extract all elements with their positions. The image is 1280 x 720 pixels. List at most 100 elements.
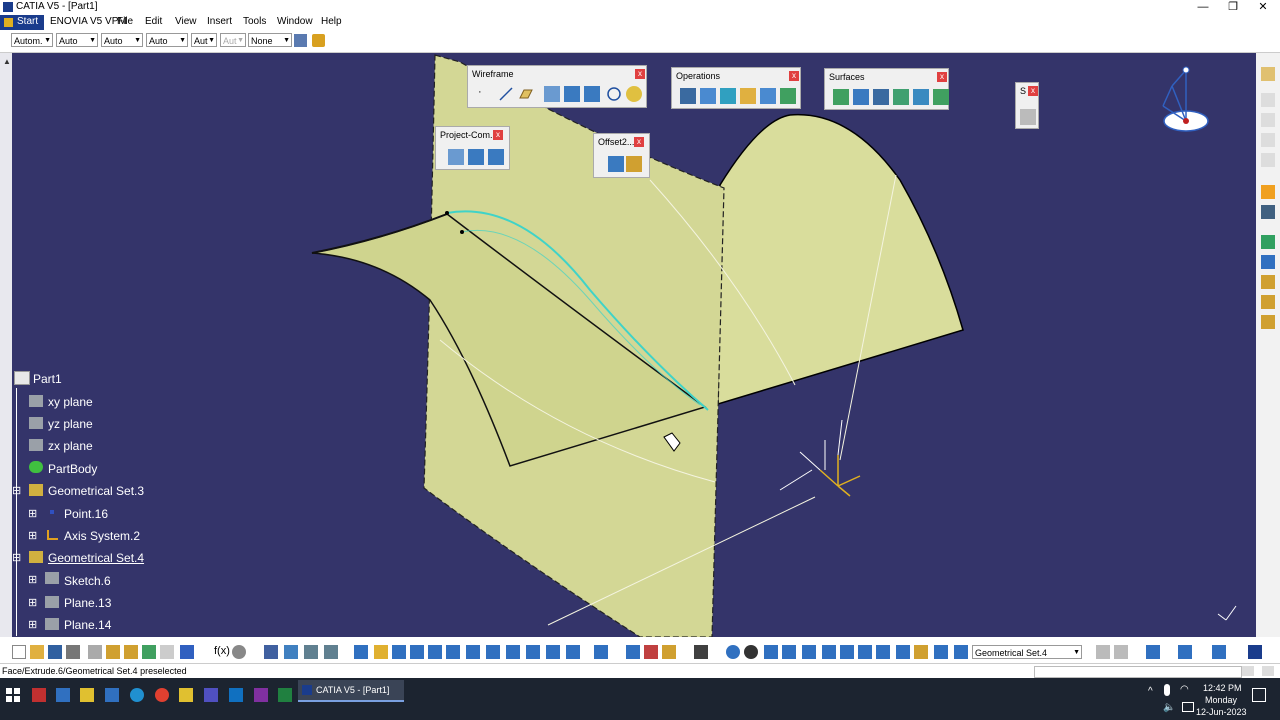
microphone-icon[interactable] <box>1164 684 1170 696</box>
measure-item-icon[interactable] <box>914 645 928 659</box>
intersection-icon[interactable] <box>564 86 580 102</box>
tool-icon-c[interactable] <box>1146 645 1160 659</box>
revolve-icon[interactable] <box>853 89 869 105</box>
swap-space-icon[interactable] <box>566 645 580 659</box>
point-icon[interactable]: · <box>478 86 494 102</box>
wireframe-close-button[interactable]: x <box>635 69 645 79</box>
open-icon[interactable] <box>30 645 44 659</box>
pan-icon[interactable] <box>392 645 406 659</box>
wireframe-toolbar[interactable]: Wireframe x · <box>467 65 647 108</box>
tree-root-part1[interactable]: Part1 <box>33 372 62 386</box>
snap-point-icon[interactable] <box>876 645 890 659</box>
formula-icon[interactable]: f(x) <box>214 645 230 659</box>
offset-close-button[interactable]: x <box>634 137 644 147</box>
tree-plane-13[interactable]: Plane.13 <box>64 596 111 610</box>
taskbar-catia-button[interactable]: CATIA V5 - [Part1] <box>298 680 404 702</box>
axis-icon[interactable] <box>764 645 778 659</box>
axis-system-icon[interactable] <box>779 419 861 497</box>
outlook-icon[interactable] <box>229 688 243 702</box>
snap-icon[interactable] <box>1261 205 1275 219</box>
zoom-out-icon[interactable] <box>446 645 460 659</box>
part-icon[interactable] <box>14 371 30 385</box>
menu-help[interactable]: Help <box>321 16 342 27</box>
geometrical-set-combo[interactable]: Geometrical Set.4 ▼ <box>972 645 1082 659</box>
redo-icon[interactable] <box>160 645 174 659</box>
zoom-in-icon[interactable] <box>428 645 442 659</box>
tree-point-16[interactable]: Point.16 <box>64 507 108 521</box>
color-combo[interactable]: Autom. ▼ <box>11 33 53 47</box>
expand-plus-icon[interactable]: ⊞ <box>28 573 37 586</box>
expand-plus-icon[interactable]: ⊞ <box>28 507 37 520</box>
geo-set-icon[interactable] <box>954 645 968 659</box>
analysis-icon-1[interactable] <box>1261 275 1275 289</box>
tool-icon-b[interactable] <box>1114 645 1128 659</box>
layer-combo[interactable]: None ▼ <box>248 33 292 47</box>
analysis-icon-3[interactable] <box>1261 315 1275 329</box>
analysis-icon-2[interactable] <box>1261 295 1275 309</box>
paste-icon[interactable] <box>124 645 138 659</box>
notification-icon[interactable] <box>1252 688 1266 702</box>
offset-curve-icon[interactable] <box>584 86 600 102</box>
app-icon-2[interactable] <box>56 688 70 702</box>
folder-icon[interactable] <box>179 688 193 702</box>
transform-icon[interactable] <box>780 88 796 104</box>
catalog-icon[interactable] <box>264 645 278 659</box>
hide-show-icon[interactable] <box>546 645 560 659</box>
excel-icon[interactable] <box>278 688 292 702</box>
format-painter-icon[interactable] <box>294 34 307 47</box>
fly-mode-icon[interactable] <box>354 645 368 659</box>
workbench-icon[interactable] <box>1261 67 1275 81</box>
menu-insert[interactable]: Insert <box>207 16 232 27</box>
point-symbol-combo[interactable]: Aut ▼ <box>191 33 217 47</box>
offset-surface-icon[interactable] <box>893 89 909 105</box>
teams-icon[interactable] <box>204 688 218 702</box>
menu-enovia[interactable]: ENOVIA V5 VPM <box>50 16 127 27</box>
command-input[interactable] <box>1034 666 1242 678</box>
volume-icon[interactable]: 🔈 <box>1163 702 1175 713</box>
menu-tools[interactable]: Tools <box>243 16 266 27</box>
file-explorer-icon[interactable] <box>80 688 94 702</box>
chrome-icon[interactable] <box>155 688 169 702</box>
sketch-icon[interactable] <box>1020 109 1036 125</box>
copy-icon[interactable] <box>106 645 120 659</box>
line-icon[interactable] <box>498 86 514 102</box>
windows-start-icon[interactable] <box>6 688 20 702</box>
rotate-icon[interactable] <box>410 645 424 659</box>
split-icon[interactable] <box>700 88 716 104</box>
measure-inertia-icon[interactable] <box>324 645 338 659</box>
tree-xy-plane[interactable]: xy plane <box>48 395 93 409</box>
compass-icon[interactable] <box>1162 66 1209 132</box>
expand-plus-icon[interactable]: ⊞ <box>28 529 37 542</box>
scroll-up-icon[interactable]: ▲ <box>3 57 11 66</box>
project-close-button[interactable]: x <box>493 130 503 140</box>
compass-tool-icon[interactable] <box>744 645 758 659</box>
grid-snap-icon[interactable] <box>802 645 816 659</box>
offset-toolbar[interactable]: Offset2... x <box>593 133 650 178</box>
collapse-minus-icon[interactable]: ⊟ <box>12 484 21 497</box>
small-toolbar[interactable]: S x <box>1015 82 1039 129</box>
minimize-button[interactable]: — <box>1188 0 1218 15</box>
apply-material-icon[interactable] <box>644 645 658 659</box>
tool-icon-1[interactable] <box>1261 93 1275 107</box>
curved-surface-right[interactable] <box>717 113 964 406</box>
expand-plus-icon[interactable]: ⊞ <box>28 618 37 631</box>
sweep-icon[interactable] <box>913 89 929 105</box>
extrude-icon[interactable] <box>833 89 849 105</box>
work-on-support-icon[interactable] <box>822 645 836 659</box>
save-icon[interactable] <box>48 645 62 659</box>
edge-icon[interactable] <box>130 688 144 702</box>
wifi-icon[interactable]: ◠ <box>1180 684 1189 695</box>
tools-palette-icon[interactable] <box>896 645 910 659</box>
tree-plane-14[interactable]: Plane.14 <box>64 618 111 632</box>
restore-button[interactable]: ❐ <box>1218 0 1248 15</box>
clock-day[interactable]: Monday <box>1205 695 1237 705</box>
operations-close-button[interactable]: x <box>789 71 799 81</box>
boundary-icon[interactable] <box>740 88 756 104</box>
spline-icon[interactable] <box>626 86 642 102</box>
grid-icon[interactable] <box>1261 255 1275 269</box>
tool-icon-a[interactable] <box>1096 645 1110 659</box>
menu-edit[interactable]: Edit <box>145 16 162 27</box>
tree-geometrical-set-3[interactable]: Geometrical Set.3 <box>48 484 144 498</box>
collapse-minus-icon[interactable]: ⊟ <box>12 551 21 564</box>
app-icon-1[interactable] <box>32 688 46 702</box>
